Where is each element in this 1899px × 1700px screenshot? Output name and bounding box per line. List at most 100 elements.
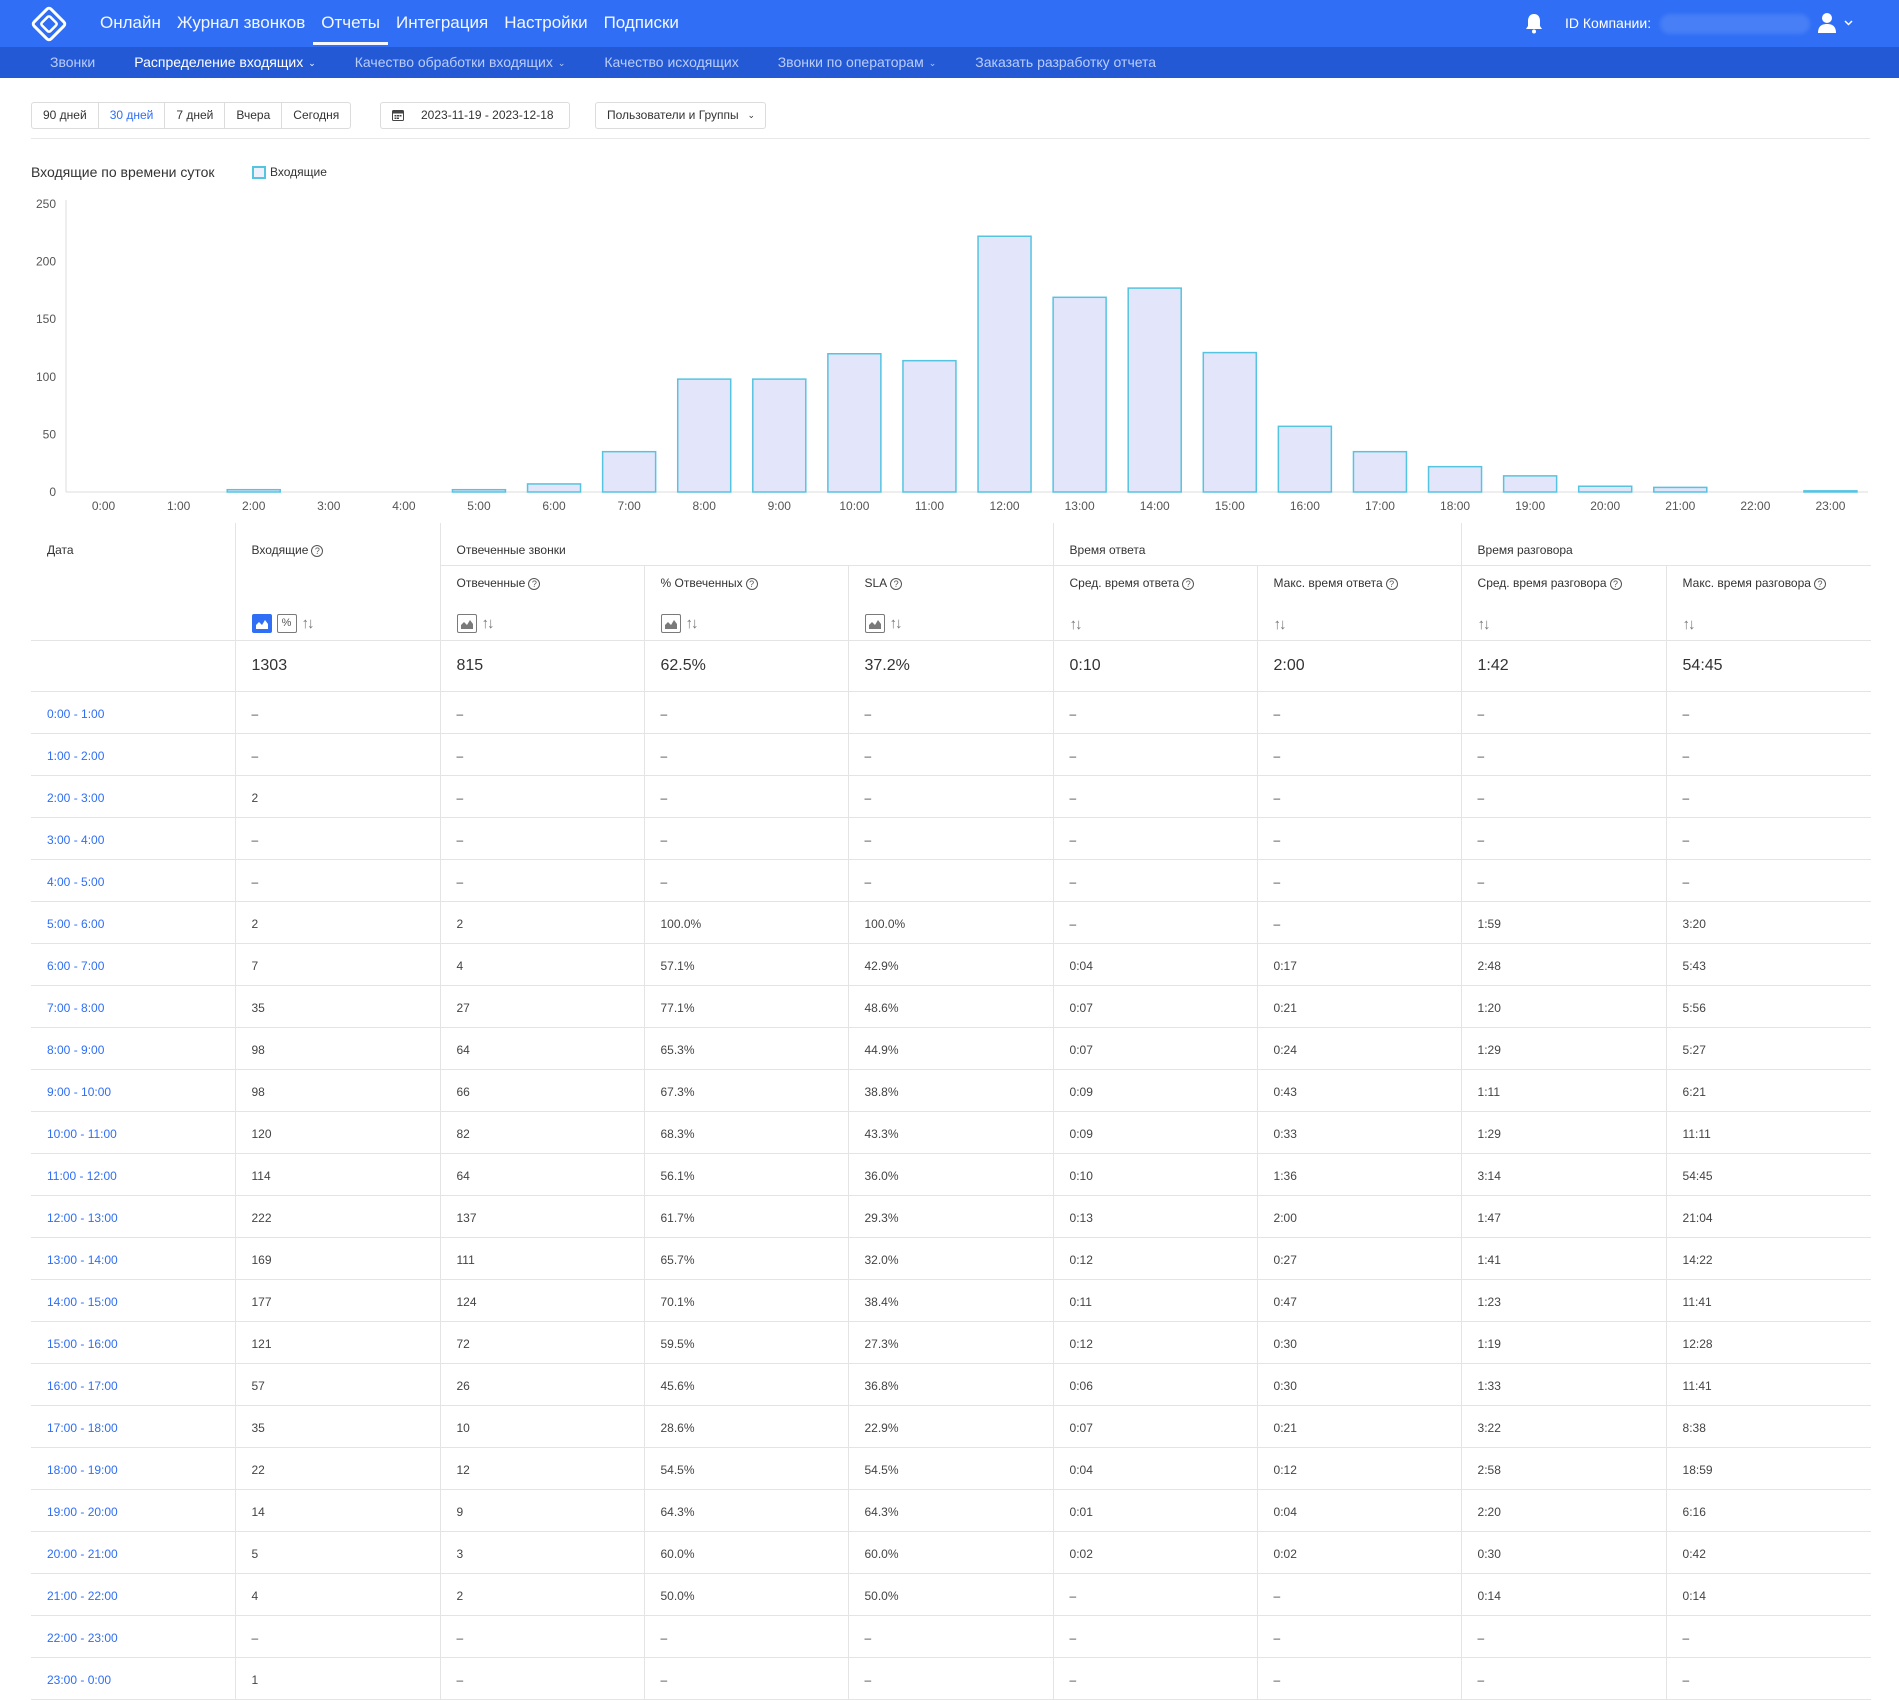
bar-12-00[interactable] — [977, 235, 1032, 493]
bar-8-00[interactable] — [676, 378, 732, 493]
bar-19-00[interactable] — [1502, 475, 1558, 493]
nav-item-integration[interactable]: Интеграция — [388, 0, 496, 47]
table-cell: – — [1257, 691, 1462, 734]
y-tick-label: 100 — [36, 370, 56, 384]
bar-17-00[interactable] — [1352, 450, 1408, 493]
hour-range-link[interactable]: 13:00 - 14:00 — [31, 1237, 236, 1280]
hour-range-link[interactable]: 12:00 - 13:00 — [31, 1195, 236, 1238]
bar-9-00[interactable] — [752, 378, 807, 493]
bar-7-00[interactable] — [601, 450, 657, 493]
hour-range-link[interactable]: 20:00 - 21:00 — [31, 1531, 236, 1574]
sort-icon[interactable]: ↑↓ — [302, 615, 315, 632]
help-icon[interactable]: ? — [1182, 577, 1195, 590]
period-button-30-days[interactable]: 30 дней — [99, 103, 166, 128]
bar-15-00[interactable] — [1202, 351, 1258, 493]
col-header-max-answer-time[interactable]: Макс. время ответа? ↑↓ — [1257, 565, 1462, 641]
hour-range-link[interactable]: 5:00 - 6:00 — [31, 901, 236, 944]
hour-range-link[interactable]: 18:00 - 19:00 — [31, 1447, 236, 1490]
hour-range-link[interactable]: 0:00 - 1:00 — [31, 691, 236, 734]
nav-item-reports[interactable]: Отчеты — [313, 0, 388, 47]
hour-range-link[interactable]: 2:00 - 3:00 — [31, 775, 236, 818]
hour-range-link[interactable]: 23:00 - 0:00 — [31, 1657, 236, 1700]
period-button-7-days[interactable]: 7 дней — [165, 103, 226, 128]
help-icon[interactable]: ? — [1813, 577, 1826, 590]
sort-icon[interactable]: ↑↓ — [1274, 616, 1287, 633]
help-icon[interactable]: ? — [1609, 577, 1622, 590]
hour-range-link[interactable]: 21:00 - 22:00 — [31, 1573, 236, 1616]
help-icon[interactable]: ? — [528, 577, 541, 590]
subnav-item-calls-by-operator[interactable]: Звонки по операторам ⌄ — [768, 47, 947, 78]
nav-item-call-log[interactable]: Журнал звонков — [169, 0, 313, 47]
bar-10-00[interactable] — [827, 353, 882, 493]
sort-icon[interactable]: ↑↓ — [890, 615, 903, 632]
nav-item-online[interactable]: Онлайн — [92, 0, 169, 47]
logo-icon[interactable] — [29, 6, 69, 42]
chart-toggle-icon[interactable] — [251, 613, 272, 633]
help-icon[interactable]: ? — [745, 577, 758, 590]
sort-icon[interactable]: ↑↓ — [1070, 616, 1083, 633]
hour-range-link[interactable]: 15:00 - 16:00 — [31, 1321, 236, 1364]
subnav-item-incoming-distribution[interactable]: Распределение входящих ⌄ — [124, 47, 326, 78]
col-header-incoming[interactable]: Входящие? % ↑↓ — [235, 523, 441, 641]
bar-13-00[interactable] — [1052, 296, 1107, 493]
help-icon[interactable]: ? — [890, 577, 903, 590]
chart-toggle-icon[interactable] — [864, 613, 885, 633]
hour-range-link[interactable]: 7:00 - 8:00 — [31, 985, 236, 1028]
hour-range-link[interactable]: 19:00 - 20:00 — [31, 1489, 236, 1532]
hour-range-link[interactable]: 1:00 - 2:00 — [31, 733, 236, 776]
bar-20-00[interactable] — [1577, 485, 1633, 493]
hour-range-link[interactable]: 4:00 - 5:00 — [31, 859, 236, 902]
hour-range-link[interactable]: 22:00 - 23:00 — [31, 1615, 236, 1658]
help-icon[interactable]: ? — [311, 545, 324, 557]
sort-icon[interactable]: ↑↓ — [686, 615, 699, 632]
chart-toggle-icon[interactable] — [660, 613, 681, 633]
nav-item-subscriptions[interactable]: Подписки — [596, 0, 687, 47]
percent-toggle-icon[interactable]: % — [276, 613, 297, 633]
sort-icon[interactable]: ↑↓ — [482, 615, 495, 632]
hour-range-link[interactable]: 16:00 - 17:00 — [31, 1363, 236, 1406]
col-header-answered-percent[interactable]: % Отвеченных? ↑↓ — [644, 565, 849, 641]
bar-23-00[interactable] — [1803, 490, 1858, 493]
bar-5-00[interactable] — [451, 488, 507, 493]
period-button-today[interactable]: Сегодня — [282, 103, 350, 128]
hour-range-link[interactable]: 8:00 - 9:00 — [31, 1027, 236, 1070]
sort-icon[interactable]: ↑↓ — [1478, 616, 1491, 633]
col-header-date[interactable]: Дата — [31, 523, 236, 641]
user-menu-icon[interactable] — [1817, 12, 1857, 34]
hour-range-link[interactable]: 10:00 - 11:00 — [31, 1111, 236, 1154]
period-button-yesterday[interactable]: Вчера — [225, 103, 283, 128]
subnav-item-calls[interactable]: Звонки — [40, 47, 105, 78]
bar-18-00[interactable] — [1427, 465, 1483, 493]
bar-11-00[interactable] — [902, 359, 957, 493]
help-icon[interactable]: ? — [1385, 577, 1398, 590]
users-groups-dropdown[interactable]: Пользователи и Группы ⌄ — [595, 102, 766, 129]
period-button-90-days[interactable]: 90 дней — [32, 103, 99, 128]
bar-21-00[interactable] — [1653, 486, 1708, 493]
bar-14-00[interactable] — [1127, 287, 1182, 493]
col-header-sla[interactable]: SLA? ↑↓ — [848, 565, 1054, 641]
col-header-answered[interactable]: Отвеченные? ↑↓ — [440, 565, 645, 641]
bar-2-00[interactable] — [226, 488, 281, 493]
hour-range-link[interactable]: 3:00 - 4:00 — [31, 817, 236, 860]
hour-range-link[interactable]: 6:00 - 7:00 — [31, 943, 236, 986]
hour-range-link[interactable]: 11:00 - 12:00 — [31, 1153, 236, 1196]
hour-range-link[interactable]: 14:00 - 15:00 — [31, 1279, 236, 1322]
sort-icon[interactable]: ↑↓ — [1683, 616, 1696, 633]
bell-icon[interactable] — [1524, 12, 1544, 34]
subnav-item-outgoing-quality[interactable]: Качество исходящих — [594, 47, 748, 78]
subnav-item-label: Качество исходящих — [604, 54, 739, 70]
hour-range-link[interactable]: 9:00 - 10:00 — [31, 1069, 236, 1112]
nav-item-settings[interactable]: Настройки — [496, 0, 595, 47]
chart-toggle-icon[interactable] — [456, 613, 477, 633]
col-header-avg-talk-time[interactable]: Сред. время разговора? ↑↓ — [1461, 565, 1667, 641]
hour-range-link[interactable]: 17:00 - 18:00 — [31, 1405, 236, 1448]
bar-16-00[interactable] — [1277, 425, 1333, 493]
col-header-label: % Отвеченных — [660, 575, 743, 590]
subnav-item-incoming-quality[interactable]: Качество обработки входящих ⌄ — [345, 47, 576, 78]
bar-6-00[interactable] — [526, 483, 582, 493]
col-header-avg-answer-time[interactable]: Сред. время ответа? ↑↓ — [1053, 565, 1258, 641]
date-range-picker[interactable]: 2023-11-19 - 2023-12-18 — [380, 102, 570, 129]
col-header-max-talk-time[interactable]: Макс. время разговора? ↑↓ — [1666, 565, 1872, 641]
chart-legend[interactable]: Входящие — [252, 165, 327, 179]
subnav-item-order-report[interactable]: Заказать разработку отчета — [965, 47, 1166, 78]
